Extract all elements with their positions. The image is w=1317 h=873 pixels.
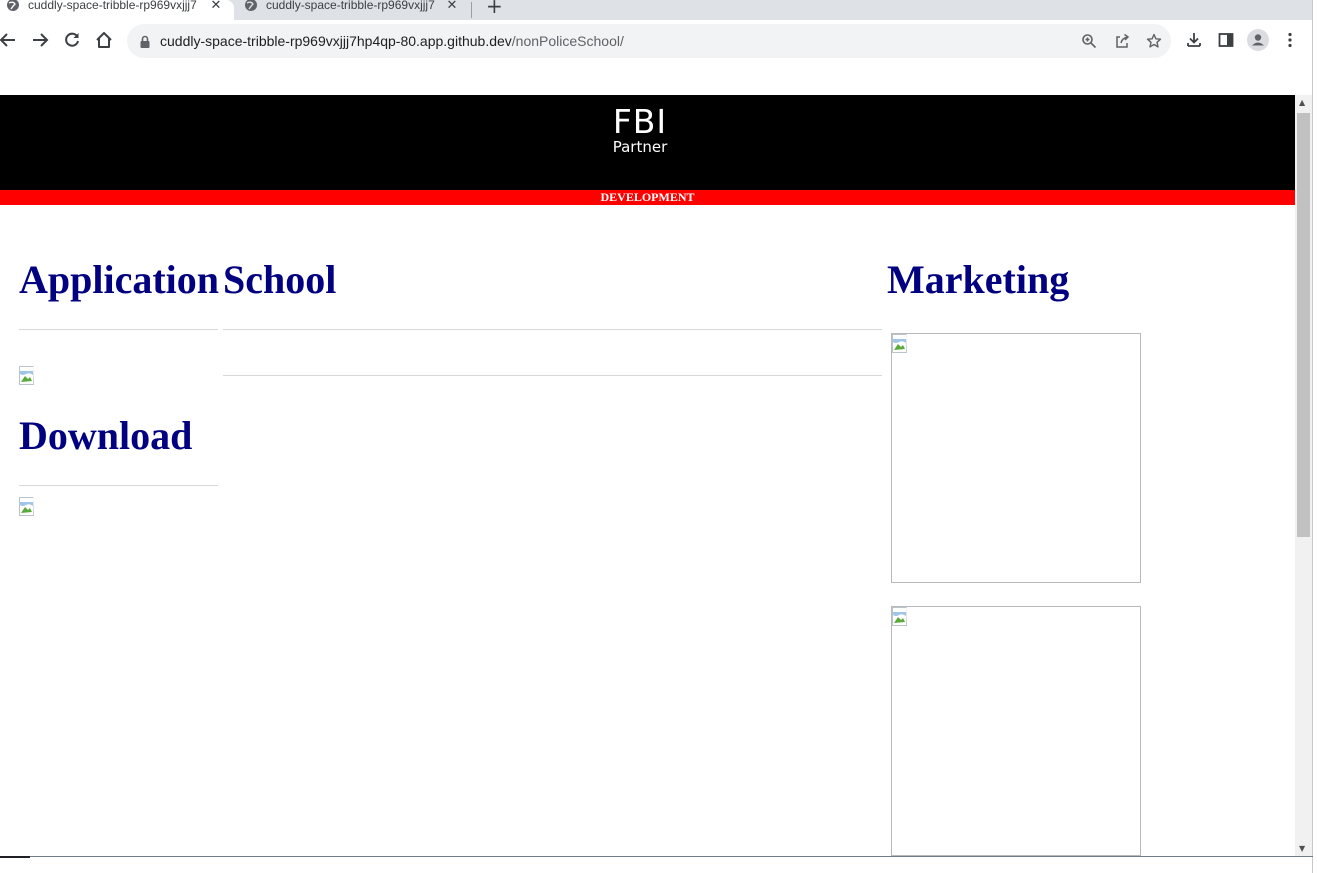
application-heading: Application — [19, 257, 220, 302]
globe-icon — [6, 0, 20, 17]
home-icon — [96, 32, 112, 48]
share-icon[interactable] — [1111, 30, 1133, 52]
fbi-partner-logo[interactable]: FBI Partner — [604, 102, 676, 156]
development-banner: DEVELOPMENT — [0, 190, 1295, 205]
broken-image-icon — [892, 607, 912, 627]
lock-icon[interactable] — [139, 34, 151, 53]
download-heading: Download — [19, 413, 193, 458]
school-heading: School — [223, 257, 337, 302]
broken-image-icon — [19, 366, 39, 386]
marketing-heading: Marketing — [887, 257, 1070, 302]
broken-image-icon — [19, 497, 39, 517]
tab-close-icon[interactable]: ✕ — [208, 0, 224, 13]
page-scrollbar[interactable]: ▲ ▼ — [1295, 95, 1312, 856]
scrollbar-thumb[interactable] — [1297, 113, 1310, 537]
profile-icon[interactable] — [1247, 29, 1269, 51]
school-divider-top — [223, 329, 882, 330]
download-image[interactable] — [19, 497, 39, 517]
marketing-image-2[interactable] — [891, 606, 1141, 856]
broken-image-icon — [892, 334, 912, 354]
school-divider-bottom — [223, 375, 882, 376]
url-host: cuddly-space-tribble-rp969vxjjj7hp4qp-80… — [160, 33, 512, 49]
url-text[interactable]: cuddly-space-tribble-rp969vxjjj7hp4qp-80… — [160, 33, 624, 49]
globe-icon — [244, 0, 258, 17]
window-bottom-mark — [0, 856, 30, 858]
download-icon[interactable] — [1183, 29, 1205, 51]
marketing-image-1[interactable] — [891, 333, 1141, 583]
tab-close-icon[interactable]: ✕ — [444, 0, 460, 13]
application-image[interactable] — [19, 366, 39, 386]
arrow-right-icon — [33, 33, 49, 47]
home-button[interactable] — [92, 28, 116, 52]
tab-title: cuddly-space-tribble-rp969vxjjj7 — [266, 0, 435, 12]
kebab-menu-icon[interactable] — [1279, 29, 1301, 51]
tab-inactive[interactable]: cuddly-space-tribble-rp969vxjjj7 ✕ — [238, 0, 470, 20]
new-tab-button[interactable]: + — [486, 0, 503, 18]
star-icon[interactable] — [1143, 30, 1165, 52]
back-button[interactable] — [0, 28, 20, 52]
address-bar[interactable]: cuddly-space-tribble-rp969vxjjj7hp4qp-80… — [127, 24, 1171, 58]
url-path: /nonPoliceSchool/ — [511, 33, 624, 49]
reload-icon — [65, 32, 79, 47]
tab-strip: cuddly-space-tribble-rp969vxjjj7 ✕ cuddl… — [0, 0, 1313, 20]
window-bottom-edge — [0, 856, 1313, 857]
reload-button[interactable] — [60, 28, 84, 52]
application-divider — [19, 329, 218, 330]
arrow-left-icon — [0, 33, 15, 47]
zoom-icon[interactable] — [1078, 30, 1100, 52]
forward-button[interactable] — [28, 28, 52, 52]
tab-title: cuddly-space-tribble-rp969vxjjj7 — [28, 0, 197, 12]
scroll-down-arrow-icon[interactable]: ▼ — [1299, 844, 1305, 853]
browser-toolbar: cuddly-space-tribble-rp969vxjjj7hp4qp-80… — [0, 20, 1313, 62]
scroll-up-arrow-icon[interactable]: ▲ — [1299, 98, 1305, 107]
window-frame — [1312, 0, 1313, 873]
tab-active[interactable]: cuddly-space-tribble-rp969vxjjj7 ✕ — [0, 0, 234, 20]
logo-title: FBI — [612, 102, 668, 141]
site-header: FBI Partner — [0, 95, 1295, 190]
page-viewport: FBI Partner DEVELOPMENT Application Down… — [0, 62, 1295, 856]
side-panel-icon[interactable] — [1215, 29, 1237, 51]
download-divider — [19, 485, 218, 486]
logo-subtitle: Partner — [612, 138, 668, 156]
tab-separator — [471, 2, 472, 18]
